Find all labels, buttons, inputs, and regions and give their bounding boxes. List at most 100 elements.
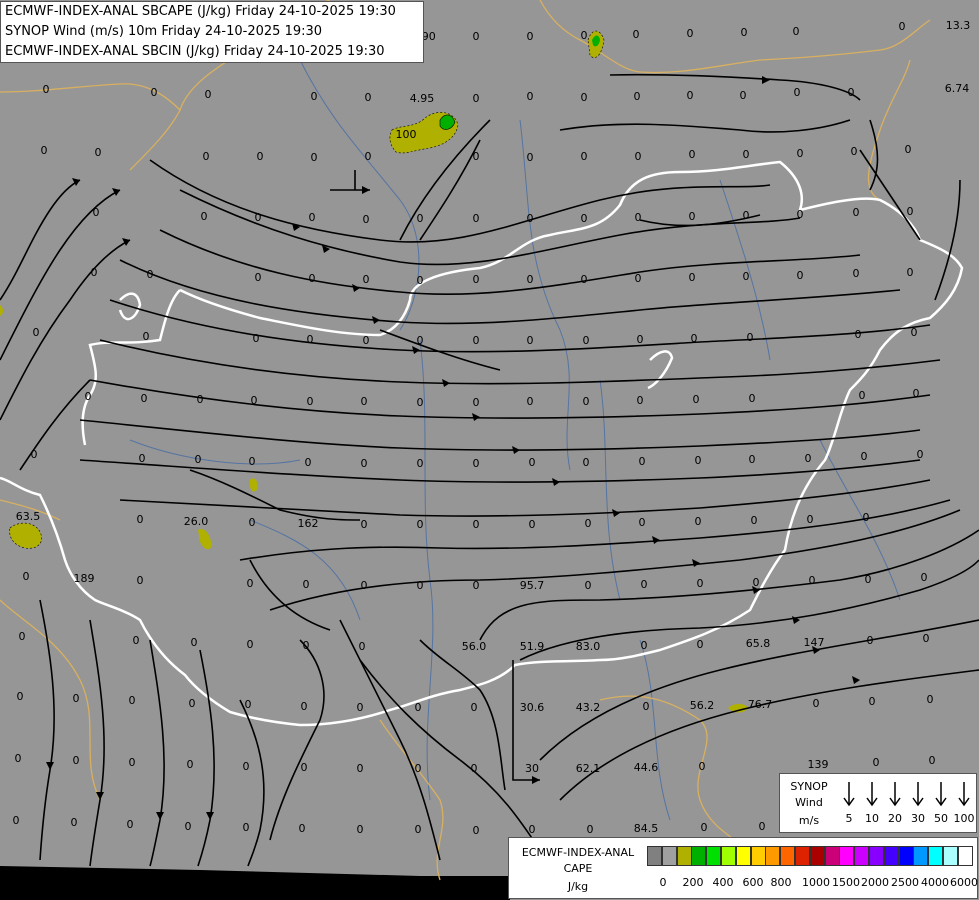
station-value: 0 xyxy=(635,272,642,285)
station-value: 0 xyxy=(473,92,480,105)
cape-color-swatch xyxy=(839,846,855,866)
station-value: 0 xyxy=(581,29,588,42)
station-value: 0 xyxy=(581,212,588,225)
station-value: 0 xyxy=(873,756,880,769)
station-value: 0 xyxy=(527,395,534,408)
cape-legend-title: ECMWF-INDEX-ANAL xyxy=(521,846,635,859)
station-value: 0 xyxy=(643,700,650,713)
station-value: 0 xyxy=(473,396,480,409)
station-value: 0 xyxy=(187,758,194,771)
station-value: 0 xyxy=(747,331,754,344)
station-value: 56.2 xyxy=(690,699,715,712)
station-value: 0 xyxy=(417,579,424,592)
cape-tick-label: 0 xyxy=(659,876,667,889)
station-value: 0 xyxy=(249,516,256,529)
station-value: 0 xyxy=(303,578,310,591)
station-value: 0 xyxy=(813,697,820,710)
station-value: 0 xyxy=(637,394,644,407)
station-value: 0 xyxy=(581,273,588,286)
station-value: 0 xyxy=(357,762,364,775)
station-value: 0 xyxy=(191,636,198,649)
weather-map: 0 0 0 0 0 4.95 0 0 0 0 0 0 0 0 6.740 0 0 0 0 01000 0 0 0 0 0 0 0 00… xyxy=(0,0,979,900)
station-value: 0 xyxy=(417,274,424,287)
station-value: 0 xyxy=(473,273,480,286)
cape-color-swatch xyxy=(780,846,796,866)
station-value: 0 xyxy=(17,690,24,703)
station-value: 0 xyxy=(585,579,592,592)
station-value: 0 xyxy=(527,151,534,164)
station-value: 0 xyxy=(91,266,98,279)
station-value: 0 xyxy=(687,89,694,102)
station-value: 139 xyxy=(808,758,829,771)
station-value: 0 xyxy=(305,456,312,469)
station-value: 0 xyxy=(741,26,748,39)
station-value: 0 xyxy=(253,332,260,345)
cape-color-swatch xyxy=(869,846,884,866)
station-value: 0 xyxy=(19,630,26,643)
station-value: 0 xyxy=(695,515,702,528)
station-value: 0 xyxy=(635,150,642,163)
station-value: 0 xyxy=(797,269,804,282)
cape-color-swatch xyxy=(765,846,781,866)
title-wind: SYNOP Wind (m/s) 10m Friday 24-10-2025 1… xyxy=(5,24,323,39)
station-value: 0 xyxy=(303,639,310,652)
station-value: 0 xyxy=(147,268,154,281)
station-value: 4.95 xyxy=(410,92,435,105)
cape-color-swatch xyxy=(676,846,692,866)
wind-legend: SYNOP Wind m/s 5 10 20 30 50 100 xyxy=(779,773,977,833)
station-value: 0 xyxy=(365,91,372,104)
station-value: 0 xyxy=(793,25,800,38)
station-value: 0 xyxy=(527,334,534,347)
station-value: 0 xyxy=(587,823,594,836)
station-value: 0 xyxy=(43,83,50,96)
station-value: 0 xyxy=(417,518,424,531)
station-value: 0 xyxy=(853,267,860,280)
station-value: 0 xyxy=(95,146,102,159)
cape-color-swatch xyxy=(898,846,914,866)
station-value: 0 xyxy=(73,692,80,705)
station-value: 0 xyxy=(913,387,920,400)
station-value: 0 xyxy=(929,754,936,767)
station-value: 0 xyxy=(417,334,424,347)
station-value: 0 xyxy=(137,574,144,587)
station-value: 44.6 xyxy=(634,761,659,774)
station-value: 0 xyxy=(855,328,862,341)
cape-tick-label: 1000 xyxy=(802,876,830,889)
station-value: 0 xyxy=(129,756,136,769)
cape-tick-label: 400 xyxy=(712,876,734,889)
station-value: 0 xyxy=(201,210,208,223)
station-value: 0 xyxy=(907,266,914,279)
station-value: 0 xyxy=(907,205,914,218)
station-value: 0 xyxy=(863,511,870,524)
station-value: 0 xyxy=(415,701,422,714)
station-value: 51.9 xyxy=(520,640,545,653)
cape-tick-label: 4000 xyxy=(921,876,949,889)
station-value: 0 xyxy=(805,452,812,465)
station-value: 189 xyxy=(74,572,95,585)
station-value: 62.1 xyxy=(576,762,601,775)
station-value: 0 xyxy=(309,272,316,285)
cape-legend-title: CAPE xyxy=(563,862,593,875)
station-value: 0 xyxy=(417,396,424,409)
station-value: 0 xyxy=(687,27,694,40)
title-cin: ECMWF-INDEX-ANAL SBCIN (J/kg) Friday 24-… xyxy=(5,44,385,59)
cape-legend-unit: J/kg xyxy=(567,880,589,893)
station-value: 0 xyxy=(637,333,644,346)
wind-legend-label: Wind xyxy=(795,796,823,809)
wind-speed-label: 50 xyxy=(934,812,948,825)
station-value: 0 xyxy=(743,270,750,283)
station-value: 0 xyxy=(851,145,858,158)
cape-color-swatch xyxy=(883,846,899,866)
station-value: 0 xyxy=(417,457,424,470)
station-value: 0 xyxy=(363,213,370,226)
station-value: 0 xyxy=(527,90,534,103)
station-value: 0 xyxy=(13,814,20,827)
station-value: 162 xyxy=(298,517,319,530)
station-value: 0 xyxy=(634,90,641,103)
station-value: 0 xyxy=(527,273,534,286)
station-value: 0 xyxy=(473,824,480,837)
station-value: 0 xyxy=(311,90,318,103)
wind-arrow-icon xyxy=(888,780,902,808)
station-value: 0 xyxy=(249,455,256,468)
station-value: 0 xyxy=(473,334,480,347)
